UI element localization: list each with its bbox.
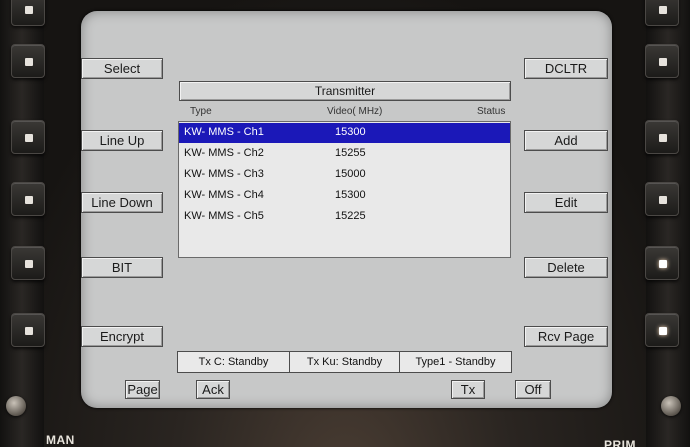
- list-item[interactable]: KW- MMS - Ch1 15300: [179, 123, 510, 143]
- osb-left-1[interactable]: [11, 44, 45, 78]
- osb-left-5[interactable]: [11, 313, 45, 347]
- row-video: 15300: [335, 189, 366, 201]
- dcltr-button[interactable]: DCLTR: [524, 58, 608, 79]
- osb-dot-icon: [25, 196, 33, 204]
- osb-right-3[interactable]: [645, 182, 679, 216]
- osb-dot-icon: [25, 260, 33, 268]
- status-tx-c: Tx C: Standby: [198, 356, 269, 368]
- mfd-screen: Select Line Up Line Down BIT Encrypt DCL…: [81, 11, 612, 408]
- row-video: 15300: [335, 126, 366, 138]
- transmitter-status-bar: Tx C: Standby Tx Ku: Standby Type1 - Sta…: [177, 351, 512, 373]
- line-down-button[interactable]: Line Down: [81, 192, 163, 213]
- osb-left-0[interactable]: [11, 0, 45, 26]
- osb-dot-icon: [659, 6, 667, 14]
- edit-button[interactable]: Edit: [524, 192, 608, 213]
- man-label: MAN: [46, 433, 75, 447]
- row-video: 15255: [335, 147, 366, 159]
- tx-button[interactable]: Tx: [451, 380, 485, 399]
- osb-dot-icon: [25, 327, 33, 335]
- osb-right-1[interactable]: [645, 44, 679, 78]
- delete-button[interactable]: Delete: [524, 257, 608, 278]
- osb-left-2[interactable]: [11, 120, 45, 154]
- prim-label: PRIM: [604, 438, 636, 447]
- osb-left-4[interactable]: [11, 246, 45, 280]
- list-item[interactable]: KW- MMS - Ch4 15300: [179, 186, 510, 206]
- osb-right-5[interactable]: [645, 313, 679, 347]
- osb-dot-icon: [25, 6, 33, 14]
- line-up-button[interactable]: Line Up: [81, 130, 163, 151]
- row-type: KW- MMS - Ch4: [184, 189, 264, 201]
- brightness-knob-left[interactable]: [6, 396, 26, 416]
- brightness-knob-right[interactable]: [661, 396, 681, 416]
- list-item[interactable]: KW- MMS - Ch5 15225: [179, 207, 510, 227]
- osb-dot-icon: [659, 260, 667, 268]
- row-type: KW- MMS - Ch1: [184, 126, 264, 138]
- osb-dot-icon: [659, 327, 667, 335]
- select-button[interactable]: Select: [81, 58, 163, 79]
- osb-right-0[interactable]: [645, 0, 679, 26]
- osb-right-2[interactable]: [645, 120, 679, 154]
- status-type1: Type1 - Standby: [415, 356, 496, 368]
- bit-button[interactable]: BIT: [81, 257, 163, 278]
- column-header-type: Type: [190, 106, 212, 117]
- column-header-status: Status: [477, 106, 506, 117]
- transmitter-title: Transmitter: [179, 81, 511, 101]
- list-item[interactable]: KW- MMS - Ch3 15000: [179, 165, 510, 185]
- osb-dot-icon: [659, 196, 667, 204]
- ack-button[interactable]: Ack: [196, 380, 230, 399]
- off-button[interactable]: Off: [515, 380, 551, 399]
- osb-dot-icon: [25, 58, 33, 66]
- row-video: 15000: [335, 168, 366, 180]
- transmitter-list[interactable]: KW- MMS - Ch1 15300 KW- MMS - Ch2 15255 …: [178, 121, 511, 258]
- row-type: KW- MMS - Ch3: [184, 168, 264, 180]
- column-header-video: Video( MHz): [327, 106, 383, 117]
- osb-right-4[interactable]: [645, 246, 679, 280]
- row-type: KW- MMS - Ch5: [184, 210, 264, 222]
- osb-left-3[interactable]: [11, 182, 45, 216]
- add-button[interactable]: Add: [524, 130, 608, 151]
- row-type: KW- MMS - Ch2: [184, 147, 264, 159]
- page-button[interactable]: Page: [125, 380, 160, 399]
- status-tx-ku: Tx Ku: Standby: [306, 356, 383, 368]
- osb-dot-icon: [659, 134, 667, 142]
- osb-dot-icon: [25, 134, 33, 142]
- encrypt-button[interactable]: Encrypt: [81, 326, 163, 347]
- rcv-page-button[interactable]: Rcv Page: [524, 326, 608, 347]
- row-video: 15225: [335, 210, 366, 222]
- list-item[interactable]: KW- MMS - Ch2 15255: [179, 144, 510, 164]
- osb-dot-icon: [659, 58, 667, 66]
